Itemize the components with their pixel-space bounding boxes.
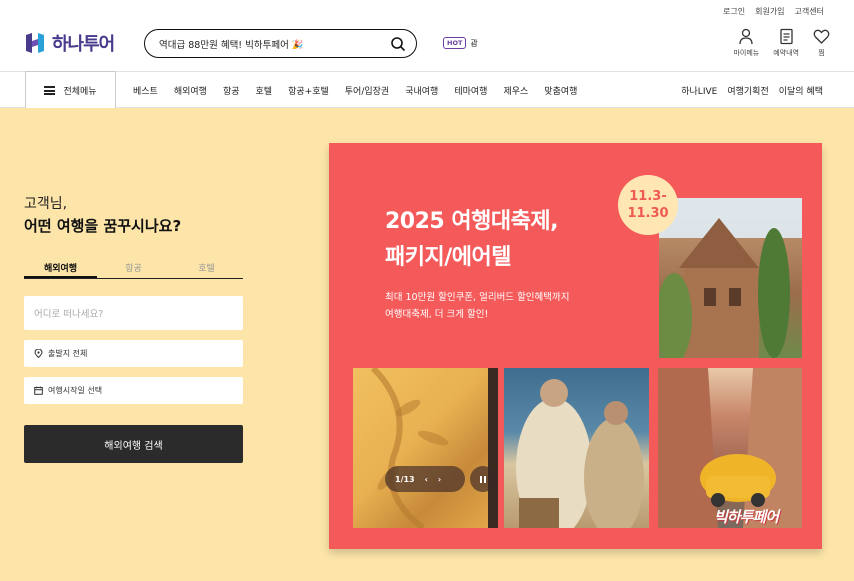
search-bar[interactable] bbox=[144, 29, 417, 58]
wishlist-button[interactable]: 찜 bbox=[813, 28, 830, 58]
departure-label: 출발지 전체 bbox=[48, 349, 88, 358]
date-badge-line2: 11.30 bbox=[627, 206, 669, 221]
departure-field[interactable]: 출발지 전체 bbox=[24, 340, 243, 367]
slide-counter: 1/13 bbox=[395, 474, 415, 484]
brand-logo[interactable]: 하나투어 bbox=[24, 30, 115, 56]
search-input[interactable] bbox=[159, 38, 390, 49]
location-pin-icon bbox=[34, 349, 43, 358]
leaf-shadow-photo bbox=[353, 368, 498, 528]
event-logo: 빅하투페어 bbox=[714, 508, 779, 526]
nav-item-theme[interactable]: 테마여행 bbox=[454, 84, 487, 97]
reservations-label: 예약내역 bbox=[773, 49, 799, 57]
pause-button[interactable] bbox=[470, 466, 496, 492]
hot-keyword[interactable]: HOT 괌 bbox=[443, 37, 478, 49]
nav-item-flight-hotel[interactable]: 항공+호텔 bbox=[288, 84, 329, 97]
nav-items: 베스트 해외여행 항공 호텔 항공+호텔 투어/입장권 국내여행 테마여행 제우… bbox=[133, 72, 577, 108]
search-icon[interactable] bbox=[390, 36, 406, 52]
overseas-search-button[interactable]: 해외여행 검색 bbox=[24, 425, 243, 463]
tab-overseas[interactable]: 해외여행 bbox=[24, 255, 97, 278]
nav-item-overseas[interactable]: 해외여행 bbox=[174, 84, 207, 97]
nav-item-hotel[interactable]: 호텔 bbox=[256, 84, 273, 97]
my-menu-button[interactable]: 마이메뉴 bbox=[733, 28, 759, 58]
nav-item-custom[interactable]: 맞춤여행 bbox=[544, 84, 577, 97]
event-date-badge: 11.3- 11.30 bbox=[618, 175, 678, 235]
search-tabs: 해외여행 항공 호텔 bbox=[24, 255, 243, 279]
wishlist-label: 찜 bbox=[818, 49, 825, 57]
slide-pager: 1/13 ‹ › bbox=[385, 466, 465, 492]
greeting-line2: 어떤 여행을 꿈꾸시나요? bbox=[24, 217, 182, 235]
hot-badge: HOT bbox=[443, 37, 467, 49]
nav-item-tour-ticket[interactable]: 투어/입장권 bbox=[345, 84, 389, 97]
brand-name: 하나투어 bbox=[52, 34, 115, 55]
house-photo bbox=[659, 198, 802, 358]
pause-icon bbox=[480, 475, 482, 483]
promo-banner[interactable]: 2025 여행대축제, 패키지/에어텔 최대 10만원 할인쿠폰, 얼리버드 할… bbox=[329, 143, 822, 549]
main-nav: 전체메뉴 베스트 해외여행 항공 호텔 항공+호텔 투어/입장권 국내여행 테마… bbox=[0, 71, 854, 109]
logo-mark-icon bbox=[24, 32, 46, 54]
banner-subtitle-line2: 여행대축제, 더 크게 할인! bbox=[385, 309, 489, 320]
greeting-line1: 고객님, bbox=[24, 196, 68, 212]
calendar-icon bbox=[34, 386, 43, 395]
hero-section: 고객님, 어떤 여행을 꿈꾸시나요? 해외여행 항공 호텔 어디로 떠나세요? … bbox=[0, 108, 854, 581]
nav-item-hana-live[interactable]: 하나LIVE bbox=[681, 84, 717, 97]
nav-item-monthly-benefit[interactable]: 이달의 혜택 bbox=[779, 84, 823, 97]
date-badge-line1: 11.3- bbox=[629, 189, 667, 204]
utility-links: 로그인 회원가입 고객센터 bbox=[723, 6, 824, 17]
reservations-button[interactable]: 예약내역 bbox=[773, 28, 799, 58]
signup-link[interactable]: 회원가입 bbox=[755, 6, 784, 17]
couple-photo bbox=[504, 368, 649, 528]
nav-right: 하나LIVE 여행기획전 이달의 혜택 bbox=[681, 72, 823, 108]
date-field[interactable]: 여행시작일 선택 bbox=[24, 377, 243, 404]
banner-title-line1: 2025 여행대축제, bbox=[385, 209, 558, 234]
prev-slide-icon[interactable]: ‹ bbox=[425, 475, 428, 484]
next-slide-icon[interactable]: › bbox=[438, 475, 441, 484]
user-icons: 마이메뉴 예약내역 찜 bbox=[733, 28, 830, 58]
nav-item-exhibition[interactable]: 여행기획전 bbox=[727, 84, 768, 97]
customer-center-link[interactable]: 고객센터 bbox=[795, 6, 824, 17]
nav-item-domestic[interactable]: 국내여행 bbox=[405, 84, 438, 97]
my-menu-label: 마이메뉴 bbox=[733, 49, 760, 57]
hamburger-icon bbox=[44, 86, 56, 95]
document-icon bbox=[779, 28, 793, 45]
tab-hotel[interactable]: 호텔 bbox=[170, 255, 243, 278]
street-photo bbox=[658, 368, 802, 528]
nav-item-zeus[interactable]: 제우스 bbox=[503, 84, 528, 97]
banner-title-line2: 패키지/에어텔 bbox=[385, 245, 511, 270]
destination-input[interactable]: 어디로 떠나세요? bbox=[24, 296, 243, 330]
date-label: 여행시작일 선택 bbox=[48, 386, 103, 395]
all-menu-button[interactable]: 전체메뉴 bbox=[25, 71, 116, 109]
nav-item-best[interactable]: 베스트 bbox=[133, 84, 158, 97]
nav-item-flight[interactable]: 항공 bbox=[223, 84, 240, 97]
all-menu-label: 전체메뉴 bbox=[63, 87, 97, 97]
tab-flight[interactable]: 항공 bbox=[97, 255, 170, 278]
hot-keyword-text: 괌 bbox=[470, 38, 478, 48]
heart-icon bbox=[813, 29, 830, 44]
login-link[interactable]: 로그인 bbox=[723, 6, 745, 17]
user-icon bbox=[739, 28, 753, 45]
banner-subtitle-line1: 최대 10만원 할인쿠폰, 얼리버드 할인혜택까지 bbox=[385, 292, 570, 303]
